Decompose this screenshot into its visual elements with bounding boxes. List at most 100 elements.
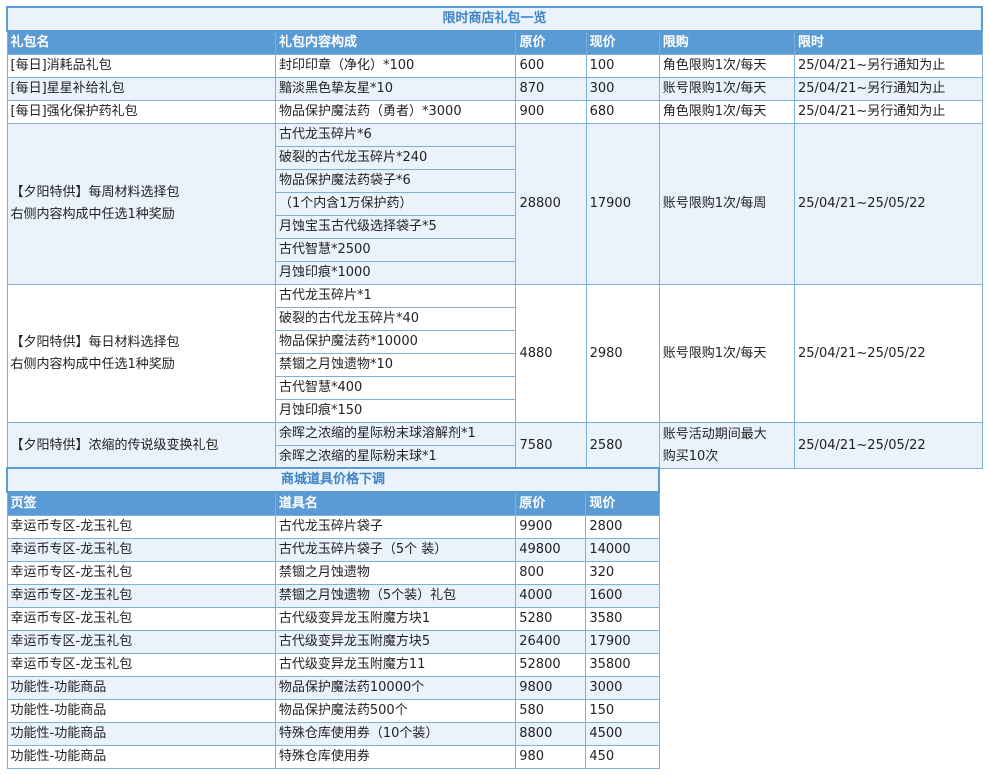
pack-item: 古代龙玉碎片*1 [275,284,517,308]
table-row: 【夕阳特供】每日材料选择包 右侧内容构成中任选1种奖励 古代龙玉碎片*1 488… [6,284,983,423]
pack-item: 物品保护魔法药*10000 [275,330,517,354]
item-name: 古代龙玉碎片袋子（5个 装） [274,538,517,562]
time-limit: 25/04/21~另行通知为止 [794,54,983,78]
original-price: 4880 [515,284,587,423]
tab-name: 幸运币专区-龙玉礼包 [6,630,276,654]
purchase-limit-line2: 购买10次 [662,448,719,464]
pack-item: 物品保护魔法药（勇者）*3000 [275,100,517,124]
current-price: 3580 [585,607,660,631]
table-row: 【夕阳特供】浓缩的传说级变换礼包 余晖之浓缩的星际粉末球溶解剂*1 7580 2… [6,422,983,469]
header-item-name: 道具名 [274,491,517,516]
current-price: 2800 [585,515,660,539]
tab-name: 功能性-功能商品 [6,676,276,700]
table2-title: 商城道具价格下调 [6,467,660,493]
pack-item: 物品保护魔法药袋子*6 [275,169,517,193]
original-price: 800 [515,561,587,585]
original-price: 5280 [515,607,587,631]
pack-item: 余晖之浓缩的星际粉末球*1 [275,445,517,469]
current-price: 35800 [585,653,660,677]
pack-name-line2: 右侧内容构成中任选1种奖励 [10,356,175,372]
table-row: 幸运币专区-龙玉礼包 禁锢之月蚀遗物（5个装）礼包 4000 1600 [6,584,660,608]
table-row: 幸运币专区-龙玉礼包 古代级变异龙玉附魔方11 52800 35800 [6,653,660,677]
purchase-limit: 账号限购1次/每天 [658,284,796,423]
pack-name-line2: 右侧内容构成中任选1种奖励 [10,207,175,222]
table-row: 幸运币专区-龙玉礼包 古代龙玉碎片袋子（5个 装） 49800 14000 [6,538,660,562]
header-time-limit: 限时 [794,30,983,55]
original-price: 4000 [515,584,587,608]
pack-item: （1个内含1万保护药） [275,192,517,216]
item-name: 特殊仓库使用券 [274,745,517,769]
item-name: 禁锢之月蚀遗物（5个装）礼包 [274,584,517,608]
original-price: 7580 [515,422,587,469]
header-purchase-limit: 限购 [658,30,796,55]
header-original-price: 原价 [515,491,587,516]
original-price: 52800 [515,653,587,677]
tab-name: 功能性-功能商品 [6,745,276,769]
time-limit: 25/04/21~25/05/22 [794,123,983,285]
original-price: 26400 [515,630,587,654]
table-row: 功能性-功能商品 物品保护魔法药500个 580 150 [6,699,660,723]
pack-item: 黯淡黑色挚友星*10 [275,77,517,101]
pack-item: 月蚀印痕*150 [275,399,517,423]
purchase-limit: 角色限购1次/每天 [658,54,796,78]
time-limit: 25/04/21~另行通知为止 [794,77,983,101]
table-row: 【夕阳特供】每周材料选择包 右侧内容构成中任选1种奖励 古代龙玉碎片*6 288… [6,123,983,285]
pack-name: [每日]星星补给礼包 [6,77,277,101]
current-price: 4500 [585,722,660,746]
pack-item: 余晖之浓缩的星际粉末球溶解剂*1 [275,422,517,446]
original-price: 870 [515,77,587,101]
price-drop-rows: 幸运币专区-龙玉礼包 古代龙玉碎片袋子 9900 2800 幸运币专区-龙玉礼包 古代龙玉… [6,515,660,769]
original-price: 980 [515,745,587,769]
price-drop-table: 商城道具价格下调 页签 道具名 原价 现价 幸运币专区-龙玉礼包 古代龙玉碎片袋子… [6,467,660,769]
current-price: 1600 [585,584,660,608]
header-tab: 页签 [6,491,276,516]
tab-name: 幸运币专区-龙玉礼包 [6,561,276,585]
tab-name: 功能性-功能商品 [6,722,276,746]
item-name: 古代级变异龙玉附魔方块1 [274,607,517,631]
header-pack-contents: 礼包内容构成 [275,30,517,55]
current-price: 300 [585,77,660,101]
pack-name-line1: 【夕阳特供】每周材料选择包 [10,185,180,200]
purchase-limit: 角色限购1次/每天 [658,100,796,124]
table-row: 功能性-功能商品 特殊仓库使用券（10个装） 8800 4500 [6,722,660,746]
limited-shop-table: 限时商店礼包一览 礼包名 礼包内容构成 原价 现价 限购 限时 [每日]消耗品礼… [6,6,983,469]
header-original-price: 原价 [515,30,587,55]
current-price: 2580 [585,422,660,469]
current-price: 320 [585,561,660,585]
pack-item: 破裂的古代龙玉碎片*240 [275,146,517,170]
current-price: 150 [585,699,660,723]
purchase-limit: 账号限购1次/每周 [658,123,796,285]
tab-name: 幸运币专区-龙玉礼包 [6,653,276,677]
item-name: 古代级变异龙玉附魔方块5 [274,630,517,654]
purchase-limit-line1: 账号活动期间最大 [662,426,767,442]
tab-name: 功能性-功能商品 [6,699,276,723]
current-price: 2980 [585,284,660,423]
tab-name: 幸运币专区-龙玉礼包 [6,584,276,608]
time-limit: 25/04/21~另行通知为止 [794,100,983,124]
item-name: 古代级变异龙玉附魔方11 [274,653,517,677]
header-current-price: 现价 [585,30,660,55]
header-current-price: 现价 [585,491,660,516]
time-limit: 25/04/21~25/05/22 [794,284,983,423]
original-price: 580 [515,699,587,723]
pack-name-line1: 【夕阳特供】每日材料选择包 [10,334,180,350]
pack-item: 古代智慧*2500 [275,238,517,262]
header-pack-name: 礼包名 [6,30,277,55]
pack-item: 破裂的古代龙玉碎片*40 [275,307,517,331]
pack-item: 月蚀宝玉古代级选择袋子*5 [275,215,517,239]
item-name: 物品保护魔法药500个 [274,699,517,723]
table-row: 幸运币专区-龙玉礼包 古代级变异龙玉附魔方块1 5280 3580 [6,607,660,631]
table-row: 幸运币专区-龙玉礼包 禁锢之月蚀遗物 800 320 [6,561,660,585]
tab-name: 幸运币专区-龙玉礼包 [6,515,276,539]
original-price: 9900 [515,515,587,539]
pack-item: 古代龙玉碎片*6 [275,123,517,147]
current-price: 3000 [585,676,660,700]
pack-name: [每日]消耗品礼包 [6,54,277,78]
current-price: 680 [585,100,660,124]
current-price: 17900 [585,630,660,654]
original-price: 600 [515,54,587,78]
current-price: 450 [585,745,660,769]
pack-name: 【夕阳特供】每日材料选择包 右侧内容构成中任选1种奖励 [6,284,277,423]
pack-name: 【夕阳特供】浓缩的传说级变换礼包 [6,422,277,469]
table-row: 功能性-功能商品 特殊仓库使用券 980 450 [6,745,660,769]
